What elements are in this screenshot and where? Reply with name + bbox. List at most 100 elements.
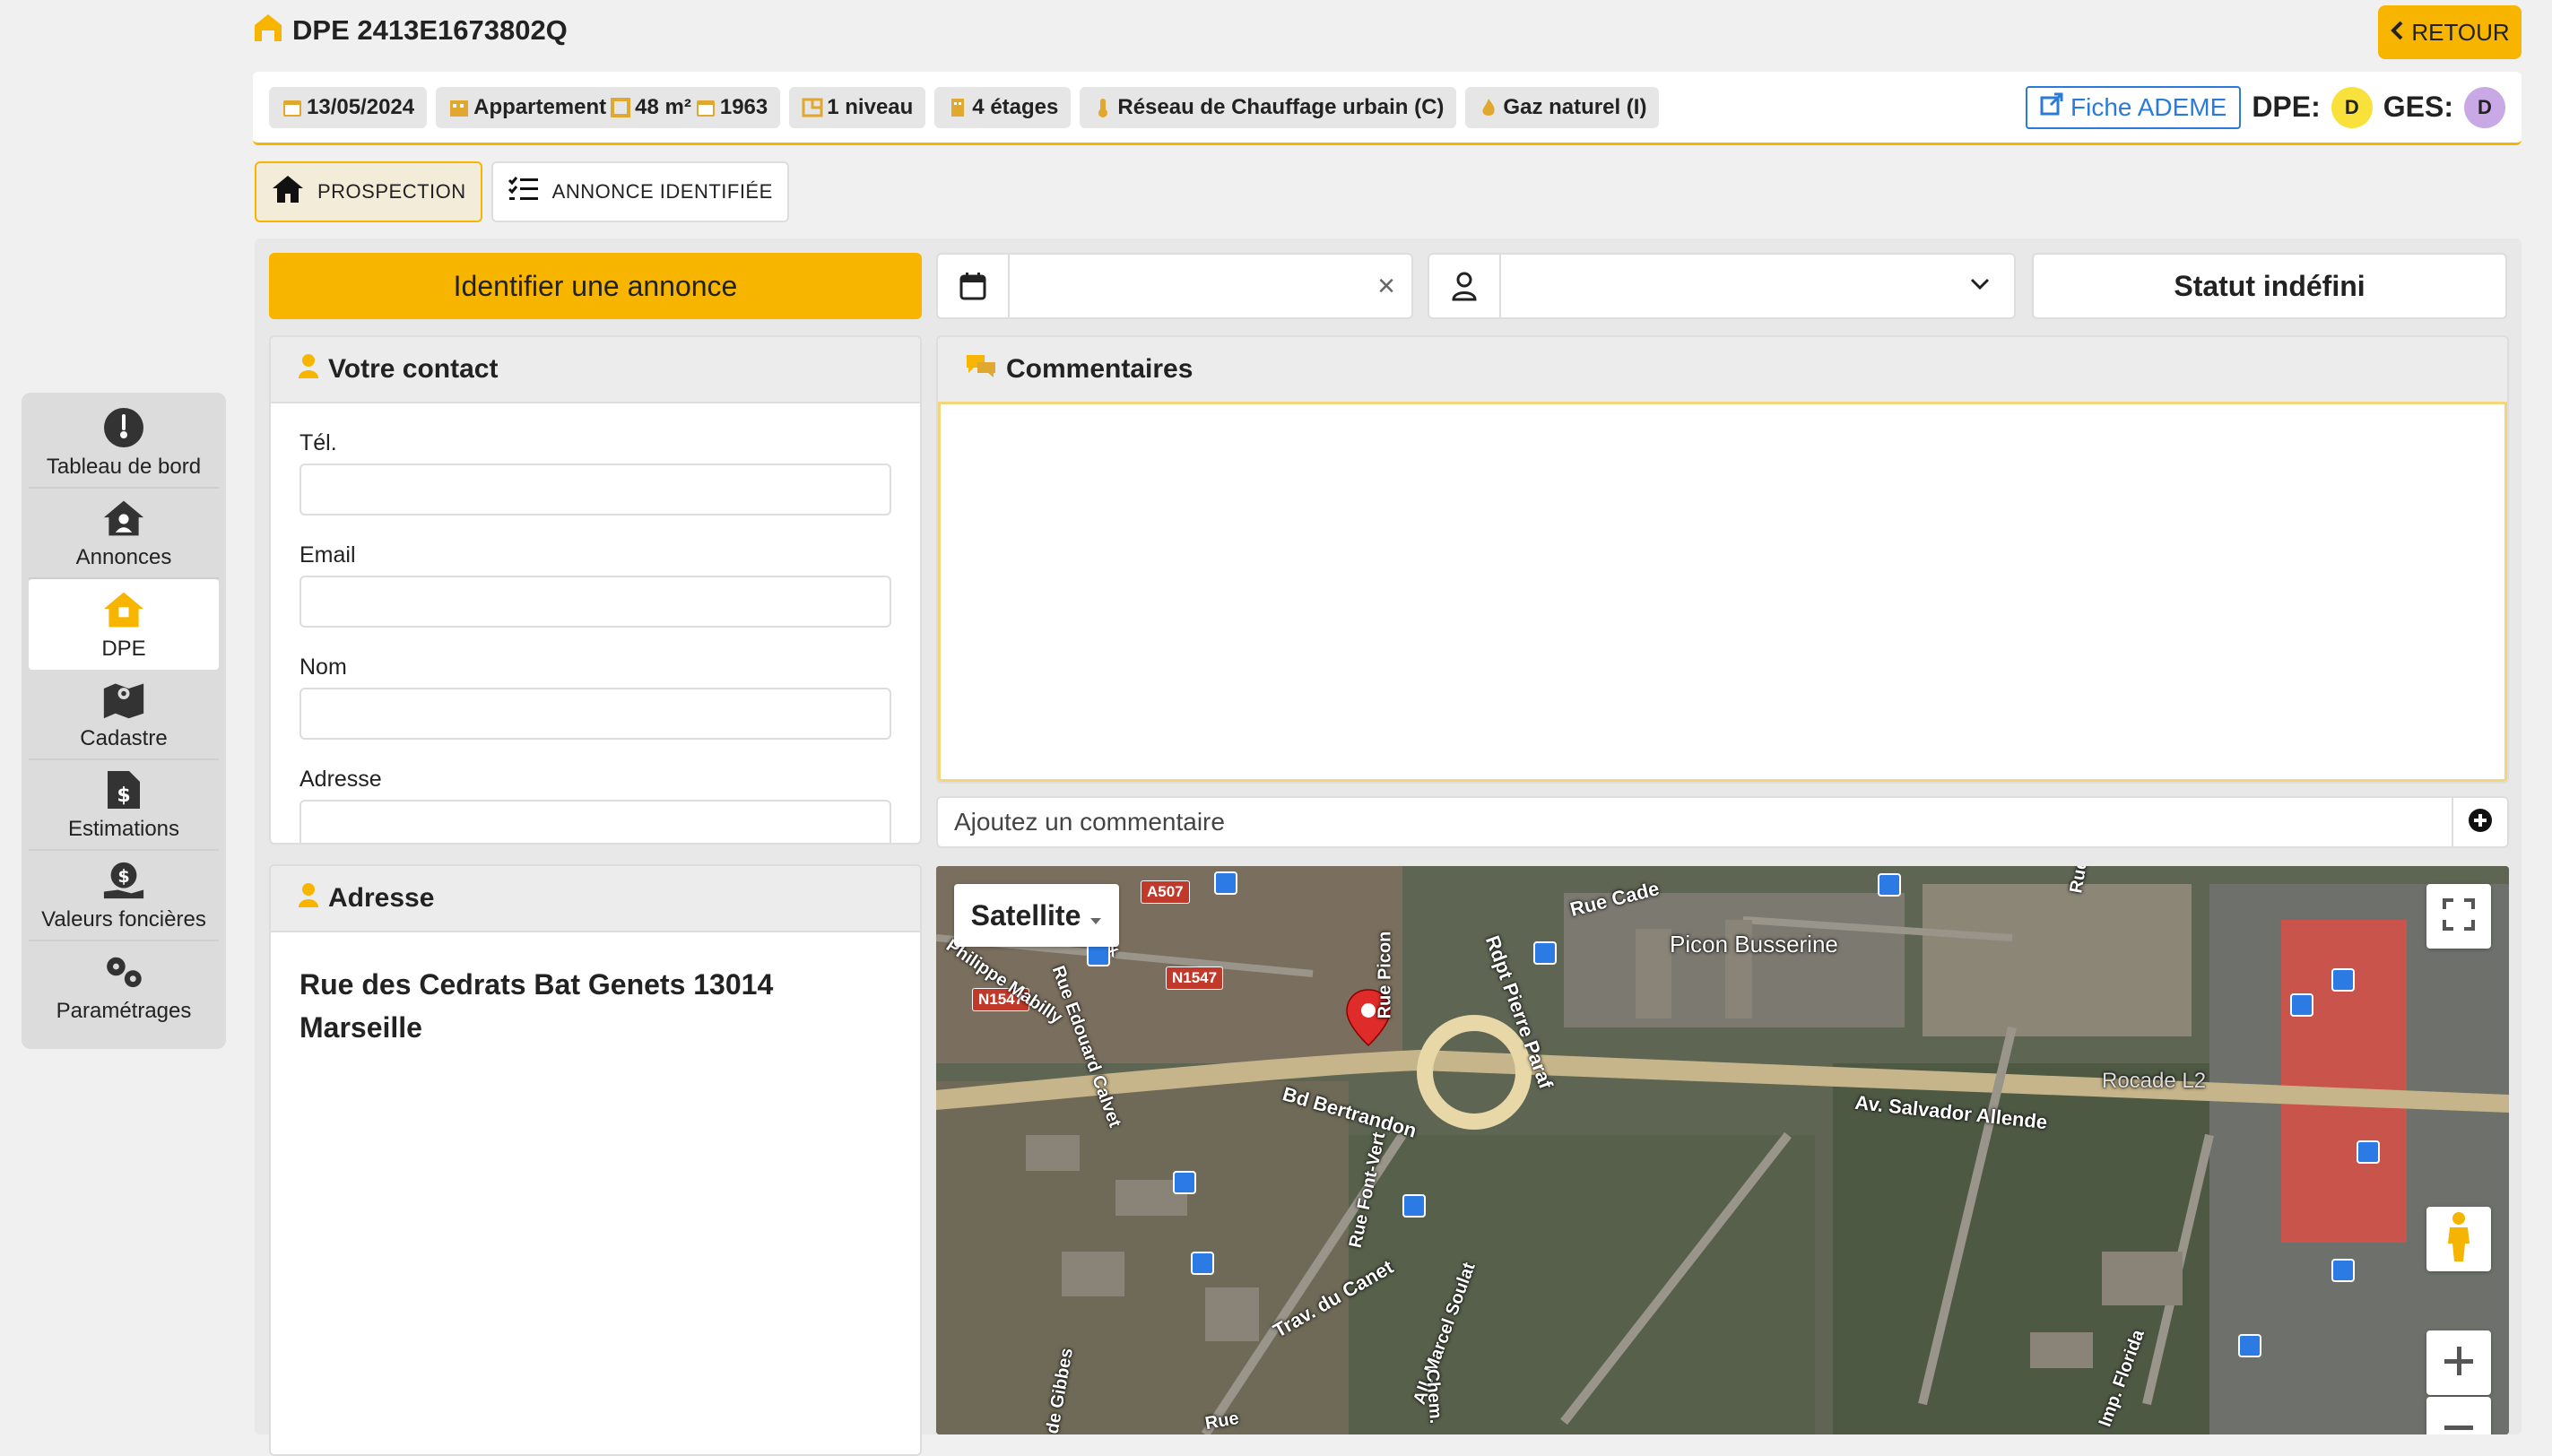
dpe-info-bar: 13/05/2024 Appartement 48 m² 1963 1 nive… — [253, 72, 2522, 145]
bus-stop-icon — [1533, 941, 1557, 965]
page-title: DPE 2413E1673802Q — [292, 13, 568, 46]
identify-listing-button[interactable]: Identifier une annonce — [269, 253, 922, 319]
zoom-in-button[interactable] — [2426, 1330, 2491, 1395]
user-icon — [298, 882, 319, 914]
field-label: Tél. — [299, 430, 337, 455]
back-button[interactable]: RETOUR — [2378, 5, 2522, 59]
email-field: Email — [299, 542, 891, 628]
address-card: Adresse Rue des Cedrats Bat Genets 13014… — [269, 864, 922, 1456]
dpe-badge: D — [2331, 86, 2373, 128]
sidebar-item-parametrages[interactable]: Paramétrages — [29, 941, 219, 1032]
sidebar-item-estimations[interactable]: $ Estimations — [29, 760, 219, 851]
chip-text: 48 m² — [635, 94, 691, 119]
user-dropdown[interactable] — [1501, 255, 2014, 317]
tab-annonce-identifiee[interactable]: ANNONCE IDENTIFIÉE — [490, 161, 789, 222]
road-shield: A507 — [1141, 880, 1190, 904]
zoom-out-button[interactable] — [2426, 1397, 2491, 1434]
floorplan-icon — [802, 97, 823, 118]
field-label: Adresse — [299, 767, 382, 792]
contact-card: Votre contact Tél. Email Nom Adresse — [269, 335, 922, 845]
date-input[interactable] — [1010, 255, 1361, 317]
bus-stop-icon — [1878, 873, 1901, 897]
bus-stop-icon — [1214, 871, 1237, 895]
field-label: Email — [299, 542, 356, 568]
add-comment-button[interactable] — [2452, 798, 2507, 846]
chip-text: Gaz naturel (I) — [1503, 94, 1647, 119]
phone-input[interactable] — [299, 464, 891, 516]
comments-card-title: Commentaires — [1006, 354, 1194, 384]
thermometer-icon — [1092, 97, 1114, 118]
street-view-button[interactable] — [2426, 1207, 2491, 1271]
road-shield: N1547 — [1166, 966, 1224, 990]
comments-card-header: Commentaires — [938, 337, 2507, 403]
ruler-icon — [610, 97, 631, 118]
name-field: Nom — [299, 654, 891, 740]
address-input[interactable] — [299, 800, 891, 843]
gauge-icon — [102, 406, 145, 449]
hand-dollar-icon: $ — [102, 859, 145, 902]
chip-text: Réseau de Chauffage urbain (C) — [1117, 94, 1445, 119]
sidebar-item-tableau-de-bord[interactable]: Tableau de bord — [29, 398, 219, 489]
status-select[interactable]: Statut indéfini — [2032, 253, 2507, 319]
plus-circle-icon — [2468, 808, 2493, 837]
bus-stop-icon — [2331, 968, 2355, 992]
chevron-down-icon — [1969, 277, 1991, 296]
date-picker: × — [936, 253, 1413, 319]
field-label: Nom — [299, 654, 347, 680]
tab-label: ANNONCE IDENTIFIÉE — [551, 180, 773, 203]
fullscreen-button[interactable] — [2426, 884, 2491, 949]
sidebar-item-label: Valeurs foncières — [41, 906, 206, 932]
house-energy-icon — [102, 588, 145, 631]
energy-ratings: Fiche ADEME DPE: D GES: D — [2026, 85, 2505, 129]
sidebar: Tableau de bord Annonces DPE Cadastre $ … — [22, 393, 226, 1049]
date-chip: 13/05/2024 — [269, 86, 428, 128]
back-button-label: RETOUR — [2411, 18, 2510, 46]
sidebar-item-label: Paramétrages — [56, 998, 192, 1023]
chip-text: 4 étages — [972, 94, 1059, 119]
contact-card-title: Votre contact — [328, 354, 499, 384]
building-icon — [448, 97, 470, 118]
svg-text:$: $ — [117, 784, 130, 807]
calendar-icon — [282, 97, 303, 118]
sidebar-item-valeurs-foncieres[interactable]: $ Valeurs foncières — [29, 851, 219, 941]
chip-text: 13/05/2024 — [307, 94, 415, 119]
address-card-title: Adresse — [328, 883, 435, 913]
minus-icon — [2443, 1411, 2475, 1435]
bus-stop-icon — [2290, 993, 2313, 1017]
building-icon — [947, 97, 968, 118]
bus-stop-icon — [2238, 1334, 2261, 1357]
ademe-link-label: Fiche ADEME — [2070, 92, 2227, 121]
name-input[interactable] — [299, 688, 891, 740]
bus-stop-icon — [1191, 1252, 1214, 1275]
chevron-left-icon — [2390, 19, 2404, 47]
sidebar-item-annonces[interactable]: Annonces — [29, 489, 219, 579]
ademe-link[interactable]: Fiche ADEME — [2026, 85, 2242, 129]
calendar-icon[interactable] — [938, 255, 1010, 317]
satellite-map[interactable]: A507 N1547 N1547 Rue Cade Picon Busserin… — [936, 866, 2509, 1434]
levels-chip: 1 niveau — [789, 86, 926, 128]
phone-field: Tél. — [299, 430, 891, 516]
add-comment-input[interactable]: Ajoutez un commentaire — [938, 798, 2452, 846]
map-type-button[interactable]: Satellite — [954, 884, 1119, 947]
address-text: Rue des Cedrats Bat Genets 13014 Marseil… — [299, 968, 774, 1044]
tab-prospection[interactable]: PROSPECTION — [255, 161, 482, 222]
clear-icon[interactable]: × — [1361, 255, 1411, 317]
pegman-icon — [2445, 1211, 2472, 1268]
svg-text:$: $ — [117, 865, 129, 886]
comments-textarea[interactable] — [938, 402, 2507, 782]
email-input[interactable] — [299, 576, 891, 628]
fire-icon — [1478, 97, 1499, 118]
sidebar-item-cadastre[interactable]: Cadastre — [29, 670, 219, 760]
map-label: Rocade L2 — [2102, 1069, 2207, 1093]
sidebar-item-label: DPE — [101, 636, 146, 661]
map-label: Chem. — [1421, 1368, 1446, 1425]
external-link-icon — [2040, 92, 2063, 122]
map-label: Picon Busserine — [1670, 931, 1838, 958]
plus-icon — [2443, 1345, 2475, 1382]
address-field: Adresse — [299, 767, 891, 843]
sidebar-item-label: Cadastre — [80, 725, 168, 750]
sidebar-item-dpe[interactable]: DPE — [29, 579, 219, 670]
ges-label: GES: — [2383, 91, 2453, 123]
home-icon — [271, 174, 305, 210]
chip-text: 1 niveau — [827, 94, 914, 119]
